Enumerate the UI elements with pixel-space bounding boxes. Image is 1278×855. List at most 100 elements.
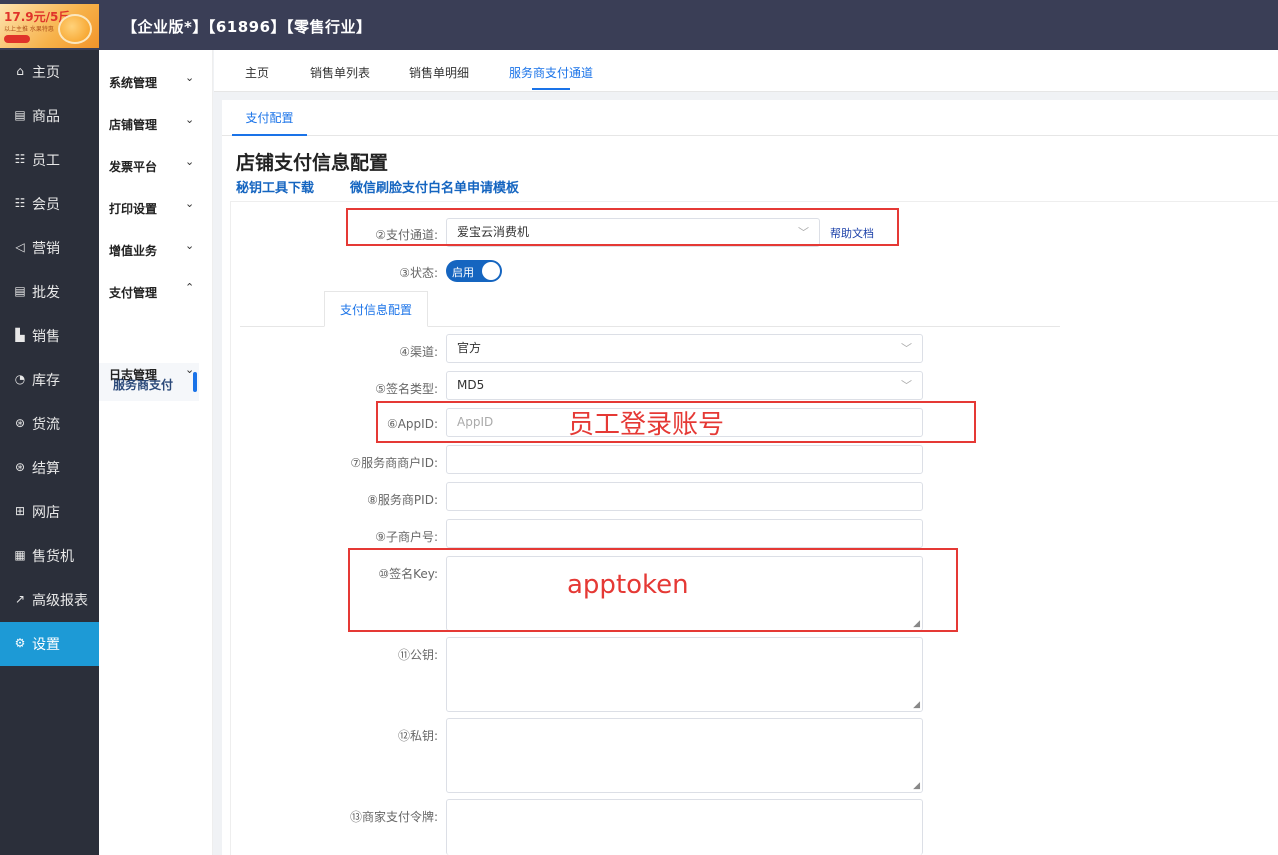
sidebar-item-marketing[interactable]: ◁ 营销 [0, 226, 99, 270]
logistics-icon: ⊛ [14, 416, 26, 430]
whitelist-template-link[interactable]: 微信刷脸支付白名单申请模板 [350, 177, 519, 196]
sidebar-item-label: 主页 [32, 65, 60, 81]
sub-tabs: 支付配置 [222, 100, 1278, 136]
sidebar-item-staff[interactable]: ☷ 员工 [0, 138, 99, 182]
subnav-invoice[interactable]: 发票平台 ⌄ [99, 134, 213, 176]
public-key-textarea[interactable]: ◢ [446, 637, 923, 712]
subnav-label: 增值业务 [109, 244, 158, 258]
sub-sidebar: 系统管理 ⌄ 店铺管理 ⌄ 发票平台 ⌄ 打印设置 ⌄ 增值业务 ⌄ 支付管理 ⌃ 服务商支… [99, 50, 213, 855]
vending-icon: ▦ [14, 548, 26, 562]
annotation-text-appid: 员工登录账号 [568, 410, 725, 440]
tab-sales-detail[interactable]: 销售单明细 [409, 64, 469, 81]
chevron-down-icon: ﹀ [901, 379, 912, 392]
subnav-value-added[interactable]: 增值业务 ⌄ [99, 218, 213, 260]
report-icon: ↗ [14, 592, 26, 606]
sidebar-item-label: 营销 [32, 241, 60, 257]
settings-icon: ⚙ [14, 636, 26, 650]
logo-button-decoration [4, 35, 30, 43]
resize-grip-icon[interactable]: ◢ [913, 701, 920, 710]
sidebar-item-home[interactable]: ⌂ 主页 [0, 50, 99, 94]
tab-sales-list[interactable]: 销售单列表 [310, 64, 370, 81]
subnav-label: 系统管理 [109, 76, 158, 90]
sidebar-item-vending[interactable]: ▦ 售货机 [0, 534, 99, 578]
sidebar-item-label: 货流 [32, 417, 60, 433]
sidebar-item-label: 销售 [32, 329, 60, 345]
public-key-label: ⑪公钥: [397, 648, 438, 662]
sidebar-item-label: 网店 [32, 505, 60, 521]
sidebar-item-sales[interactable]: ▙ 销售 [0, 314, 99, 358]
sidebar-item-label: 结算 [32, 461, 60, 477]
product-icon: ▤ [14, 108, 26, 122]
chevron-down-icon: ⌄ [185, 113, 195, 126]
main-sidebar: ⌂ 主页 ▤ 商品 ☷ 员工 ☷ 会员 ◁ 营销 ▤ 批发 ▙ 销售 ◔ 库存 ⊛ 货流 ⊛ 结算 … [0, 50, 99, 855]
subnav-label: 店铺管理 [109, 118, 158, 132]
sidebar-item-product[interactable]: ▤ 商品 [0, 94, 99, 138]
merchant-id-input[interactable] [446, 445, 923, 474]
subnav-label: 打印设置 [109, 202, 158, 216]
sales-icon: ▙ [15, 328, 25, 342]
sidebar-item-settings[interactable]: ⚙ 设置 [0, 622, 99, 666]
sidebar-item-label: 设置 [32, 637, 60, 653]
toggle-label: 启用 [452, 266, 474, 279]
wholesale-icon: ▤ [14, 284, 26, 298]
sidebar-item-report[interactable]: ↗ 高级报表 [0, 578, 99, 622]
status-label: ③状态: [399, 266, 438, 280]
resize-grip-icon[interactable]: ◢ [913, 782, 920, 791]
sub-merchant-label: ⑨子商户号: [375, 530, 438, 544]
subnav-print[interactable]: 打印设置 ⌄ [99, 176, 213, 218]
sub-merchant-input[interactable] [446, 519, 923, 548]
sidebar-item-label: 批发 [32, 285, 60, 301]
private-key-textarea[interactable]: ◢ [446, 718, 923, 793]
merchant-id-label: ⑦服务商商户ID: [350, 456, 438, 470]
subnav-log[interactable]: 日志管理 ⌄ [99, 342, 213, 384]
subnav-label: 支付管理 [109, 286, 158, 300]
subnav-system[interactable]: 系统管理 ⌄ [99, 50, 213, 92]
top-bar: 17.9元/5斤 以上主推 水果特惠 【企业版*】【61896】【零售行业】 [0, 0, 1278, 50]
merchant-token-label: ⑬商家支付令牌: [349, 810, 438, 824]
annotation-box-channel [346, 208, 899, 246]
page-title: 店铺支付信息配置 [236, 152, 389, 174]
sidebar-item-label: 库存 [32, 373, 60, 389]
sign-type-select[interactable]: MD5 ﹀ [446, 371, 923, 400]
sidebar-item-label: 商品 [32, 109, 60, 125]
tab-service-provider-channel[interactable]: 服务商支付通道 [509, 64, 593, 81]
member-icon: ☷ [14, 196, 26, 210]
subnav-label: 日志管理 [109, 368, 158, 382]
settlement-icon: ⊛ [14, 460, 26, 474]
marketing-icon: ◁ [15, 240, 25, 254]
sidebar-item-online-store[interactable]: ⊞ 网店 [0, 490, 99, 534]
private-key-label: ⑫私钥: [397, 729, 438, 743]
orange-fruit-icon [58, 14, 92, 44]
subnav-label: 发票平台 [109, 160, 158, 174]
chevron-down-icon: ⌄ [185, 155, 195, 168]
pid-input[interactable] [446, 482, 923, 511]
sidebar-item-settlement[interactable]: ⊛ 结算 [0, 446, 99, 490]
key-tool-download-link[interactable]: 秘钥工具下载 [236, 177, 314, 196]
tab-payment-config[interactable]: 支付配置 [232, 100, 307, 136]
route-label: ④渠道: [399, 345, 438, 359]
merchant-token-textarea[interactable] [446, 799, 923, 855]
annotation-text-signkey: apptoken [567, 570, 689, 600]
sign-type-label: ⑤签名类型: [375, 382, 438, 396]
subnav-store[interactable]: 店铺管理 ⌄ [99, 92, 213, 134]
tab-home[interactable]: 主页 [245, 64, 269, 81]
online-store-icon: ⊞ [14, 504, 26, 518]
home-icon: ⌂ [16, 64, 24, 78]
chevron-up-icon: ⌃ [185, 281, 195, 294]
status-toggle[interactable]: 启用 [446, 260, 502, 282]
active-tab-underline [532, 88, 570, 90]
sidebar-item-label: 售货机 [32, 549, 74, 565]
sidebar-item-member[interactable]: ☷ 会员 [0, 182, 99, 226]
staff-icon: ☷ [14, 152, 26, 166]
sidebar-item-label: 高级报表 [32, 593, 88, 609]
sidebar-item-wholesale[interactable]: ▤ 批发 [0, 270, 99, 314]
sidebar-item-logistics[interactable]: ⊛ 货流 [0, 402, 99, 446]
sidebar-item-inventory[interactable]: ◔ 库存 [0, 358, 99, 402]
chevron-down-icon: ⌄ [185, 239, 195, 252]
subnav-payment[interactable]: 支付管理 ⌃ [99, 260, 213, 302]
brand-logo[interactable]: 17.9元/5斤 以上主推 水果特惠 [0, 4, 99, 48]
tab-payment-info-config[interactable]: 支付信息配置 [324, 291, 428, 327]
enterprise-title: 【企业版*】【61896】【零售行业】 [122, 18, 372, 36]
sidebar-item-label: 员工 [32, 153, 60, 169]
route-select[interactable]: 官方 ﹀ [446, 334, 923, 363]
